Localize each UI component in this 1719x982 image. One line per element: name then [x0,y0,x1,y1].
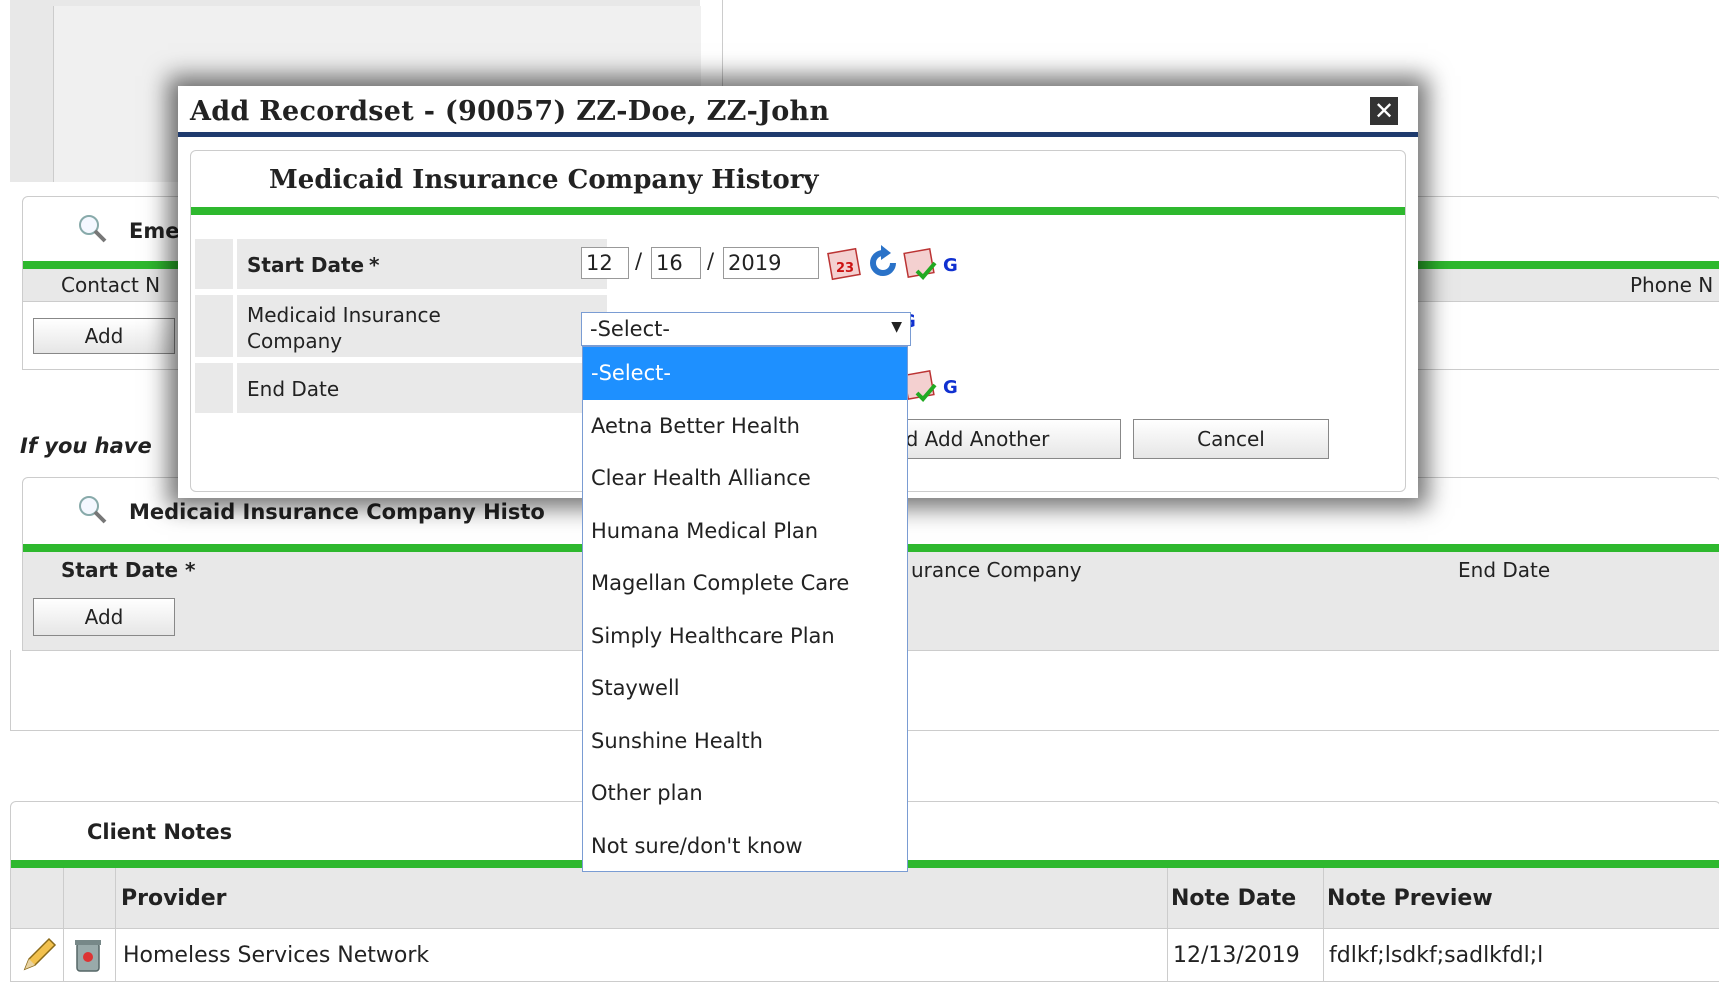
column-contact: Contact N [61,273,161,297]
note-preview-cell: fdlkf;lsdkf;sadlkfdl;l [1329,943,1544,968]
column-phone: Phone N [1630,273,1714,297]
calendar-icon[interactable]: 23 [827,245,863,285]
provider-cell: Homeless Services Network [123,943,430,968]
add-medicaid-history-button[interactable]: Add [33,598,175,636]
search-icon[interactable] [77,213,107,247]
dropdown-option[interactable]: Magellan Complete Care [583,557,907,610]
dropdown-arrow-icon: ▼ [891,319,902,335]
dropdown-option[interactable]: -Select- [583,347,907,400]
column-provider: Provider [121,886,227,911]
company-label-cell [195,295,233,357]
column-note-date: Note Date [1171,886,1297,911]
close-icon[interactable]: ✕ [1370,97,1398,125]
table-row: Homeless Services Network 12/13/2019 fdl… [11,929,1719,982]
company-dropdown-list: -Select- Aetna Better Health Clear Healt… [582,346,908,872]
dropdown-option[interactable]: Other plan [583,767,907,820]
note-date-cell: 12/13/2019 [1173,943,1300,968]
end-date-label: End Date [237,363,607,413]
dropdown-option[interactable]: Not sure/don't know [583,820,907,873]
dropdown-option[interactable]: Humana Medical Plan [583,505,907,558]
start-day-input[interactable]: 16 [651,247,701,279]
svg-text:23: 23 [836,261,854,276]
section-title: Client Notes [87,820,233,844]
column-start-date: Start Date * [61,558,196,582]
company-label: Medicaid Insurance Company [237,295,607,357]
form-title: Medicaid Insurance Company History [269,165,819,195]
dropdown-option[interactable]: Sunshine Health [583,715,907,768]
green-bar [191,207,1405,215]
calendar-check-icon[interactable] [903,367,939,407]
header-row: Provider Note Date Note Preview [11,868,1719,929]
modal-title-bar [178,132,1418,137]
modal-title: Add Recordset - (90057) ZZ-Doe, ZZ-John [190,96,830,127]
start-month-input[interactable]: 12 [581,247,629,279]
g-link[interactable]: G [943,377,958,398]
start-date-label: Start Date * [237,239,607,289]
search-icon[interactable] [77,494,107,528]
dropdown-option[interactable]: Staywell [583,662,907,715]
cancel-button[interactable]: Cancel [1133,419,1329,459]
dropdown-option[interactable]: Clear Health Alliance [583,452,907,505]
add-emergency-contact-button[interactable]: Add [33,318,175,354]
column-end-date: End Date [1458,558,1551,582]
edit-pencil-icon[interactable] [21,937,57,979]
column-company: urance Company [911,558,1082,582]
start-date-label-cell [195,239,233,289]
calendar-check-icon[interactable] [903,245,939,285]
g-link[interactable]: G [943,255,958,276]
section-title: Eme [129,219,180,243]
end-date-label-cell [195,363,233,413]
refresh-icon[interactable] [865,245,901,285]
instruction-text: If you have [20,434,152,458]
dropdown-option[interactable]: Simply Healthcare Plan [583,610,907,663]
medicaid-company-select[interactable]: -Select- ▼ [581,312,911,346]
column-note-preview: Note Preview [1327,886,1493,911]
dropdown-option[interactable]: Aetna Better Health [583,400,907,453]
divider [722,0,723,88]
start-year-input[interactable]: 2019 [723,247,819,279]
section-title: Medicaid Insurance Company Histo [129,500,545,524]
delete-trash-icon[interactable] [73,937,103,979]
